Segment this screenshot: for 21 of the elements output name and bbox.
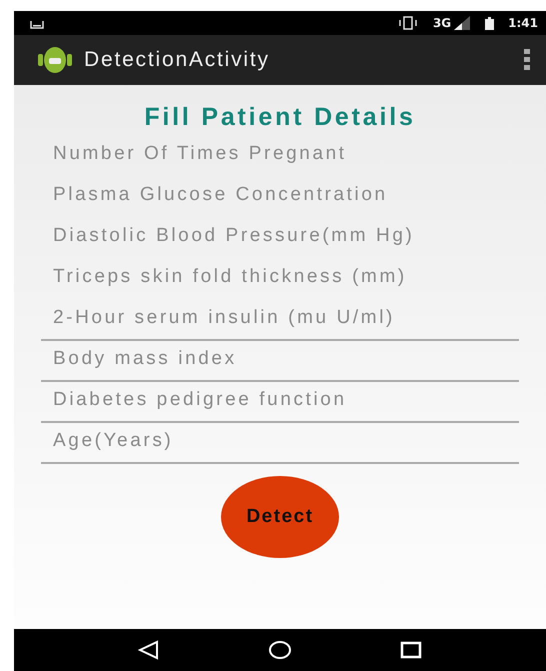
- input-field[interactable]: Plasma Glucose Concentration: [41, 180, 519, 218]
- form-heading: Fill Patient Details: [144, 103, 416, 132]
- input-field[interactable]: Number Of Times Pregnant: [41, 139, 519, 177]
- vibrate-icon: [396, 16, 419, 30]
- home-icon[interactable]: [268, 640, 292, 660]
- network-label: 3G: [432, 16, 452, 30]
- input-field[interactable]: Triceps skin fold thickness (mm): [41, 262, 519, 300]
- input-field[interactable]: 2-Hour serum insulin (mu U/ml): [41, 303, 519, 341]
- recents-icon[interactable]: [400, 641, 422, 659]
- input-field[interactable]: Age(Years): [41, 426, 519, 464]
- signal-icon: [453, 16, 472, 30]
- input-field[interactable]: Diabetes pedigree function: [41, 385, 519, 423]
- input-field[interactable]: Body mass index: [41, 344, 519, 382]
- input-field[interactable]: Diastolic Blood Pressure(mm Hg): [41, 221, 519, 259]
- clock-time: 1:41: [508, 16, 538, 30]
- battery-icon: [485, 16, 494, 30]
- detect-button[interactable]: Detect: [221, 476, 339, 558]
- app-title: DetectionActivity: [84, 48, 271, 72]
- android-icon: [38, 46, 72, 74]
- overflow-menu-icon[interactable]: [524, 49, 530, 71]
- back-icon[interactable]: [138, 640, 160, 660]
